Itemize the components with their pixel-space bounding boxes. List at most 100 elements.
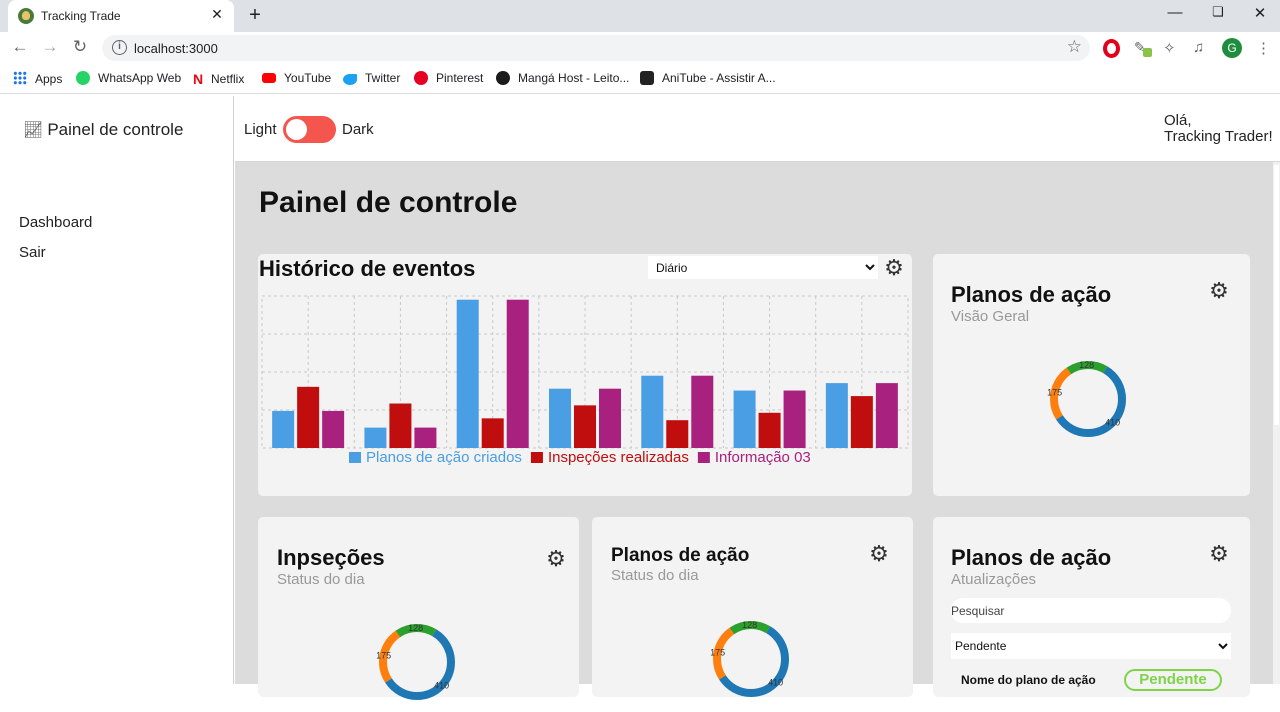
gear-icon[interactable]: ⚙ bbox=[1208, 543, 1230, 565]
status-select[interactable]: Pendente bbox=[951, 633, 1231, 659]
anitube-icon bbox=[640, 71, 654, 85]
bookmark-pinterest[interactable]: Pinterest bbox=[414, 71, 483, 85]
bar-2-1[interactable] bbox=[297, 386, 320, 448]
bar-1-5[interactable] bbox=[641, 375, 664, 448]
toggle-knob bbox=[286, 119, 307, 140]
donut-label-1: 410 bbox=[434, 680, 449, 690]
bar-2-7[interactable] bbox=[850, 396, 873, 448]
legend-swatch bbox=[530, 452, 543, 463]
bar-1-6[interactable] bbox=[733, 390, 756, 448]
bar-2-3[interactable] bbox=[481, 418, 504, 448]
theme-light-label: Light bbox=[244, 121, 277, 138]
plans-updates-title: Planos de ação bbox=[951, 545, 1112, 570]
minimize-icon[interactable]: — bbox=[1163, 4, 1187, 21]
bookmark-anitube[interactable]: AniTube - Assistir A... bbox=[640, 71, 776, 85]
gear-icon[interactable]: ⚙ bbox=[883, 257, 905, 279]
plan-name-header: Nome do plano de ação bbox=[961, 673, 1096, 687]
pen-extension-icon[interactable]: ✎ bbox=[1134, 39, 1152, 57]
bookmark-youtube[interactable]: YouTube bbox=[262, 71, 331, 85]
bookmark-netflix[interactable]: N Netflix bbox=[193, 71, 244, 87]
gear-icon[interactable]: ⚙ bbox=[545, 548, 567, 570]
plans-updates-card: Planos de ação Atualizações ⚙ Pendente N… bbox=[933, 517, 1250, 697]
bar-2-2[interactable] bbox=[389, 403, 412, 448]
bar-3-3[interactable] bbox=[506, 299, 529, 448]
bar-3-4[interactable] bbox=[599, 388, 621, 448]
bar-2-6[interactable] bbox=[758, 412, 781, 448]
back-icon[interactable]: ← bbox=[9, 37, 31, 57]
bar-3-5[interactable] bbox=[691, 375, 714, 448]
bar-3-6[interactable] bbox=[783, 390, 806, 448]
new-tab-button[interactable]: + bbox=[244, 4, 266, 27]
browser-tab[interactable]: Tracking Trade ✕ bbox=[8, 0, 234, 32]
browser-toolbar: ← → ↻ i localhost:3000 ☆ ✎ ✧ ♫ G ⋮ bbox=[0, 32, 1280, 64]
profile-avatar[interactable]: G bbox=[1222, 38, 1242, 58]
url-text[interactable]: localhost:3000 bbox=[134, 41, 218, 56]
bookmark-apps[interactable]: Apps bbox=[13, 71, 62, 86]
search-input[interactable] bbox=[951, 598, 1231, 623]
sidebar-item-logout[interactable]: Sair bbox=[19, 244, 46, 261]
chart-legend: Planos de ação criados Inspeções realizad… bbox=[349, 449, 811, 466]
extensions-puzzle-icon[interactable]: ✧ bbox=[1163, 39, 1181, 57]
plans-overview-title: Planos de ação bbox=[951, 282, 1112, 307]
bar-1-3[interactable] bbox=[456, 299, 479, 448]
bar-2-4[interactable] bbox=[574, 405, 596, 448]
main-scrollbar[interactable] bbox=[1273, 162, 1280, 684]
sidebar: 📈︎ Painel de controle Dashboard Sair bbox=[0, 96, 234, 684]
inspections-donut: 410 175 128 bbox=[376, 623, 455, 700]
bar-1-4[interactable] bbox=[549, 388, 571, 448]
bar-1-1[interactable] bbox=[272, 410, 295, 448]
donut-label-3: 128 bbox=[1079, 360, 1094, 370]
status-badge: Pendente bbox=[1124, 669, 1222, 691]
bar-3-2[interactable] bbox=[414, 427, 437, 448]
donut-label-3: 128 bbox=[408, 623, 423, 633]
bookmark-mangahost[interactable]: Mangá Host - Leito... bbox=[496, 71, 629, 85]
plans-overview-donut: 410 175 128 bbox=[1047, 360, 1126, 437]
mangahost-icon bbox=[496, 71, 510, 85]
bar-1-7[interactable] bbox=[825, 383, 848, 448]
inspections-card: Inpseções Status do dia ⚙ 410 175 128 bbox=[258, 517, 579, 700]
sidebar-item-dashboard[interactable]: Dashboard bbox=[19, 214, 92, 231]
bar-1-2[interactable] bbox=[364, 427, 387, 448]
period-select[interactable]: Diário bbox=[648, 256, 878, 279]
donut-label-2: 175 bbox=[1047, 387, 1062, 397]
gear-icon[interactable]: ⚙ bbox=[1208, 280, 1230, 302]
sidebar-brand[interactable]: 📈︎ Painel de controle bbox=[23, 120, 183, 140]
bar-3-7[interactable] bbox=[875, 383, 898, 448]
donut-label-1: 410 bbox=[768, 677, 783, 687]
plans-status-card: Planos de ação Status do dia ⚙ 410 175 128 bbox=[592, 517, 913, 697]
twitter-icon bbox=[343, 74, 357, 85]
theme-toggle[interactable] bbox=[283, 116, 336, 143]
inspections-subtitle: Status do dia bbox=[277, 571, 365, 588]
bar-3-1[interactable] bbox=[322, 410, 345, 448]
bar-2-5[interactable] bbox=[666, 420, 689, 448]
forward-icon[interactable]: → bbox=[39, 37, 61, 57]
chart-icon: 📈︎ bbox=[23, 122, 44, 139]
app-root: 📈︎ Painel de controle Dashboard Sair Ligh… bbox=[0, 96, 1280, 700]
apps-grid-icon bbox=[13, 71, 27, 85]
bookmark-twitter[interactable]: Twitter bbox=[343, 71, 400, 85]
close-tab-icon[interactable]: ✕ bbox=[208, 6, 226, 23]
address-bar[interactable]: i localhost:3000 ☆ bbox=[102, 35, 1090, 61]
media-control-icon[interactable]: ♫ bbox=[1193, 39, 1211, 57]
restore-icon[interactable]: ❏ bbox=[1206, 4, 1230, 20]
close-window-icon[interactable]: ✕ bbox=[1248, 4, 1272, 22]
donut-label-3: 128 bbox=[742, 620, 757, 630]
site-info-icon[interactable]: i bbox=[112, 40, 127, 55]
donut-label-1: 410 bbox=[1105, 417, 1120, 427]
browser-menu-icon[interactable]: ⋮ bbox=[1256, 39, 1274, 57]
bookmarks-bar: Apps WhatsApp Web N Netflix YouTube Twitt… bbox=[0, 64, 1280, 94]
tab-title: Tracking Trade bbox=[41, 9, 121, 23]
page-title: Painel de controle bbox=[259, 186, 518, 219]
bookmark-whatsapp[interactable]: WhatsApp Web bbox=[76, 71, 181, 85]
browser-tab-bar: Tracking Trade ✕ + — ❏ ✕ bbox=[0, 0, 1280, 32]
top-header: Light Dark Olá, Tracking Trader! bbox=[235, 96, 1280, 162]
reload-icon[interactable]: ↻ bbox=[69, 37, 91, 57]
plans-status-donut: 410 175 128 bbox=[710, 620, 789, 697]
opera-extension-icon[interactable] bbox=[1103, 39, 1120, 58]
legend-label: Informação 03 bbox=[715, 449, 811, 466]
history-card-title: Histórico de eventos bbox=[259, 256, 476, 281]
legend-label: Planos de ação criados bbox=[366, 449, 522, 466]
whatsapp-icon bbox=[76, 71, 90, 85]
bookmark-star-icon[interactable]: ☆ bbox=[1067, 37, 1082, 57]
gear-icon[interactable]: ⚙ bbox=[868, 543, 890, 565]
